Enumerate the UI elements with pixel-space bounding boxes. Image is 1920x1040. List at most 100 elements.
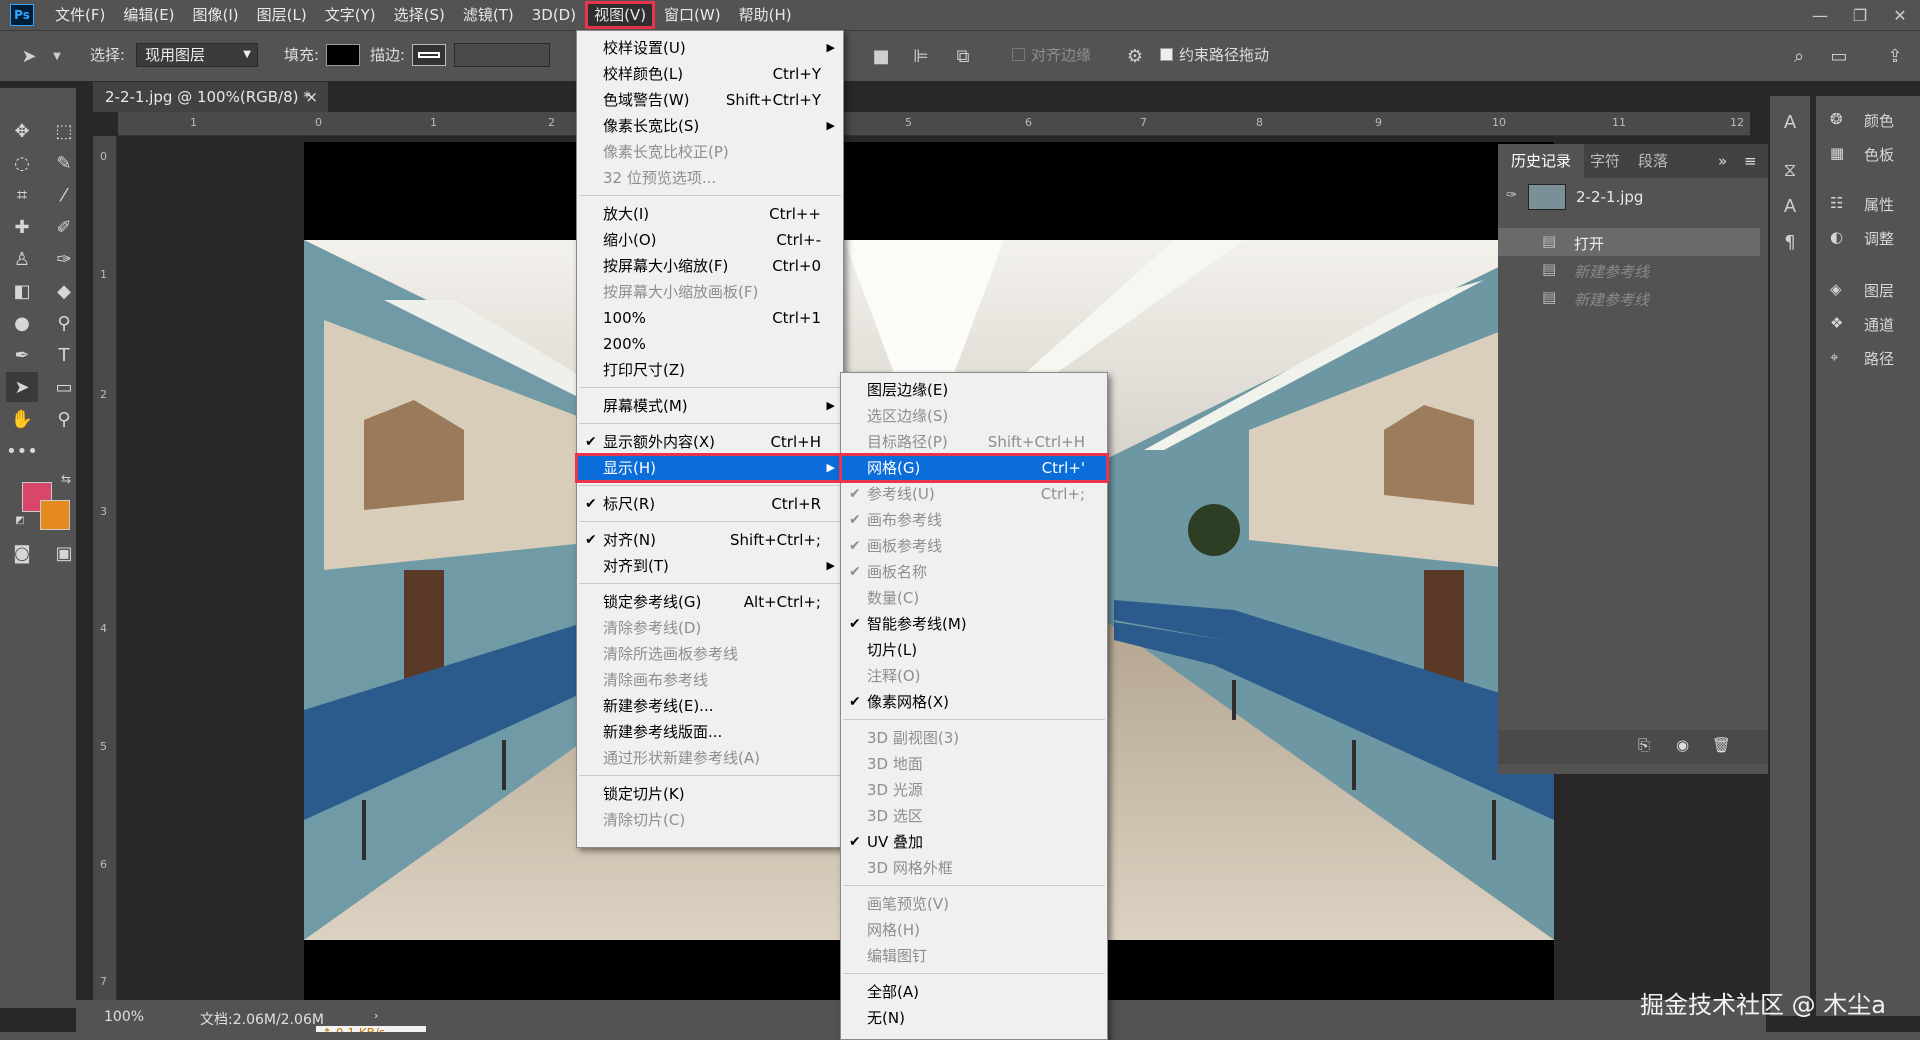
character-icon[interactable]: A xyxy=(1778,194,1802,218)
menu-item[interactable]: 校样设置(U) ▶ xyxy=(577,35,843,61)
menu-item[interactable]: ✔ 画板名称 xyxy=(841,559,1107,585)
history-icon[interactable]: ⧖ xyxy=(1778,158,1802,182)
menu-item[interactable]: 目标路径(P) Shift+Ctrl+H xyxy=(841,429,1107,455)
stamp-tool-icon[interactable]: ♙ xyxy=(6,244,38,274)
menu-10[interactable]: 帮助(H) xyxy=(730,1,801,29)
menu-1[interactable]: 编辑(E) xyxy=(114,1,183,29)
menu-item[interactable]: 像素长宽比(S) ▶ xyxy=(577,113,843,139)
tab-history[interactable]: 历史记录 xyxy=(1498,144,1584,178)
gear-icon[interactable]: ⚙ xyxy=(1124,45,1146,67)
path-select-icon[interactable]: ➤ xyxy=(6,372,38,402)
healing-brush-icon[interactable]: ✚ xyxy=(6,212,38,242)
lasso-tool-icon[interactable]: ◌ xyxy=(6,148,38,178)
move-arrow-icon[interactable]: ➤ xyxy=(18,45,40,67)
menu-item[interactable]: 网格(G) Ctrl+' xyxy=(839,453,1109,483)
background-color[interactable] xyxy=(40,500,70,530)
constrain-path-checkbox[interactable]: 约束路径拖动 xyxy=(1160,44,1269,65)
history-entry[interactable]: ▤ 新建参考线 xyxy=(1498,256,1760,284)
stroke-swatch[interactable] xyxy=(412,44,446,66)
default-colors-icon[interactable]: ◩ xyxy=(12,512,28,528)
menu-9[interactable]: 窗口(W) xyxy=(655,1,730,29)
history-brush-source-icon[interactable]: ✑ xyxy=(1506,188,1522,204)
path-arrangement-icon[interactable]: ⧉ xyxy=(952,45,974,67)
workspace-icon[interactable]: ▭ xyxy=(1828,45,1850,67)
menu-item[interactable]: 按屏幕大小缩放(F) Ctrl+0 xyxy=(577,253,843,279)
menu-5[interactable]: 选择(S) xyxy=(385,1,454,29)
close-window-icon[interactable]: ✕ xyxy=(1880,0,1920,30)
menu-item[interactable]: 校样颜色(L) Ctrl+Y xyxy=(577,61,843,87)
menu-6[interactable]: 滤镜(T) xyxy=(454,1,523,29)
path-alignment-icon[interactable]: ⊫ xyxy=(910,45,932,67)
menu-2[interactable]: 图像(I) xyxy=(184,1,248,29)
character-style-icon[interactable]: A xyxy=(1778,110,1802,134)
menu-item[interactable]: 画笔预览(V) xyxy=(841,891,1107,917)
menu-item[interactable]: 清除切片(C) xyxy=(577,807,843,833)
search-icon[interactable]: ⌕ xyxy=(1788,45,1810,67)
menu-item[interactable]: 编辑图钉 xyxy=(841,943,1107,969)
menu-item[interactable]: 屏幕模式(M) ▶ xyxy=(577,393,843,419)
layers-panel-button[interactable]: ◈ 图层 xyxy=(1830,278,1920,304)
menu-item[interactable]: 清除参考线(D) xyxy=(577,615,843,641)
move-tool-icon[interactable]: ✥ xyxy=(6,116,38,146)
adjustments-panel-button[interactable]: ◐ 调整 xyxy=(1830,226,1920,252)
menu-item[interactable]: 新建参考线版面... xyxy=(577,719,843,745)
blur-tool-icon[interactable]: ● xyxy=(6,308,38,338)
expand-icon[interactable]: » xyxy=(1718,144,1727,178)
snapshot-name[interactable]: 2-2-1.jpg xyxy=(1576,188,1643,206)
properties-panel-button[interactable]: ☷ 属性 xyxy=(1830,192,1920,218)
menu-item[interactable]: 3D 副视图(3) xyxy=(841,725,1107,751)
menu-item[interactable]: 3D 网格外框 xyxy=(841,855,1107,881)
minimize-icon[interactable]: — xyxy=(1800,0,1840,30)
tab-close-icon[interactable]: × xyxy=(305,82,318,112)
menu-item[interactable]: 清除所选画板参考线 xyxy=(577,641,843,667)
panel-menu-icon[interactable]: ≡ xyxy=(1744,144,1757,178)
history-entry[interactable]: ▤ 打开 xyxy=(1498,228,1760,256)
menu-item[interactable]: 通过形状新建参考线(A) xyxy=(577,745,843,771)
menu-item[interactable]: 选区边缘(S) xyxy=(841,403,1107,429)
menu-item[interactable]: ✔ 像素网格(X) xyxy=(841,689,1107,715)
horizontal-ruler[interactable]: 10123456789101112 xyxy=(118,112,1750,136)
menu-item[interactable]: 按屏幕大小缩放画板(F) xyxy=(577,279,843,305)
history-entry[interactable]: ▤ 新建参考线 xyxy=(1498,284,1760,312)
menu-4[interactable]: 文字(Y) xyxy=(316,1,385,29)
menu-item[interactable]: 图层边缘(E) xyxy=(841,377,1107,403)
menu-item[interactable]: ✔ 画布参考线 xyxy=(841,507,1107,533)
menu-item[interactable]: 切片(L) xyxy=(841,637,1107,663)
share-icon[interactable]: ⇪ xyxy=(1884,45,1906,67)
menu-item[interactable]: 显示(H) ▶ xyxy=(575,453,845,483)
menu-item[interactable]: 清除画布参考线 xyxy=(577,667,843,693)
menu-8[interactable]: 视图(V) xyxy=(585,1,656,29)
menu-item[interactable]: ✔ UV 叠加 xyxy=(841,829,1107,855)
camera-icon[interactable]: ◉ xyxy=(1676,736,1689,754)
path-operations-icon[interactable]: ■ xyxy=(870,45,892,67)
crop-tool-icon[interactable]: ⌗ xyxy=(6,180,38,210)
menu-item[interactable]: 色域警告(W) Shift+Ctrl+Y xyxy=(577,87,843,113)
paths-panel-button[interactable]: ⌖ 路径 xyxy=(1830,346,1920,372)
eraser-tool-icon[interactable]: ◧ xyxy=(6,276,38,306)
menu-item[interactable]: 打印尺寸(Z) xyxy=(577,357,843,383)
chevron-down-icon[interactable]: ▼ xyxy=(50,45,64,67)
tab-paragraph[interactable]: 段落 xyxy=(1638,144,1668,178)
quick-mask-icon[interactable]: ◙ xyxy=(6,538,38,568)
new-document-icon[interactable]: ⎘ xyxy=(1638,736,1650,754)
menu-item[interactable]: ✔ 画板参考线 xyxy=(841,533,1107,559)
menu-0[interactable]: 文件(F) xyxy=(46,1,114,29)
menu-item[interactable]: 3D 地面 xyxy=(841,751,1107,777)
pen-tool-icon[interactable]: ✒ xyxy=(6,340,38,370)
status-arrow-icon[interactable]: › xyxy=(374,1009,378,1022)
menu-item[interactable]: 3D 选区 xyxy=(841,803,1107,829)
menu-item[interactable]: ✔ 标尺(R) Ctrl+R xyxy=(577,491,843,517)
menu-item[interactable]: 锁定切片(K) xyxy=(577,781,843,807)
align-edges-checkbox[interactable]: 对齐边缘 xyxy=(1012,44,1091,65)
menu-item[interactable]: 无(N) xyxy=(841,1005,1107,1031)
trash-icon[interactable]: 🗑 xyxy=(1712,736,1731,754)
menu-item[interactable]: 网格(H) xyxy=(841,917,1107,943)
menu-item[interactable]: 锁定参考线(G) Alt+Ctrl+; xyxy=(577,589,843,615)
menu-item[interactable]: 全部(A) xyxy=(841,979,1107,1005)
channels-panel-button[interactable]: ❖ 通道 xyxy=(1830,312,1920,338)
menu-item[interactable]: ✔ 参考线(U) Ctrl+; xyxy=(841,481,1107,507)
swap-colors-icon[interactable]: ⇆ xyxy=(56,470,76,488)
color-panel-button[interactable]: ❂ 颜色 xyxy=(1830,108,1920,134)
zoom-level[interactable]: 100% xyxy=(104,1009,144,1025)
menu-item[interactable]: 新建参考线(E)... xyxy=(577,693,843,719)
